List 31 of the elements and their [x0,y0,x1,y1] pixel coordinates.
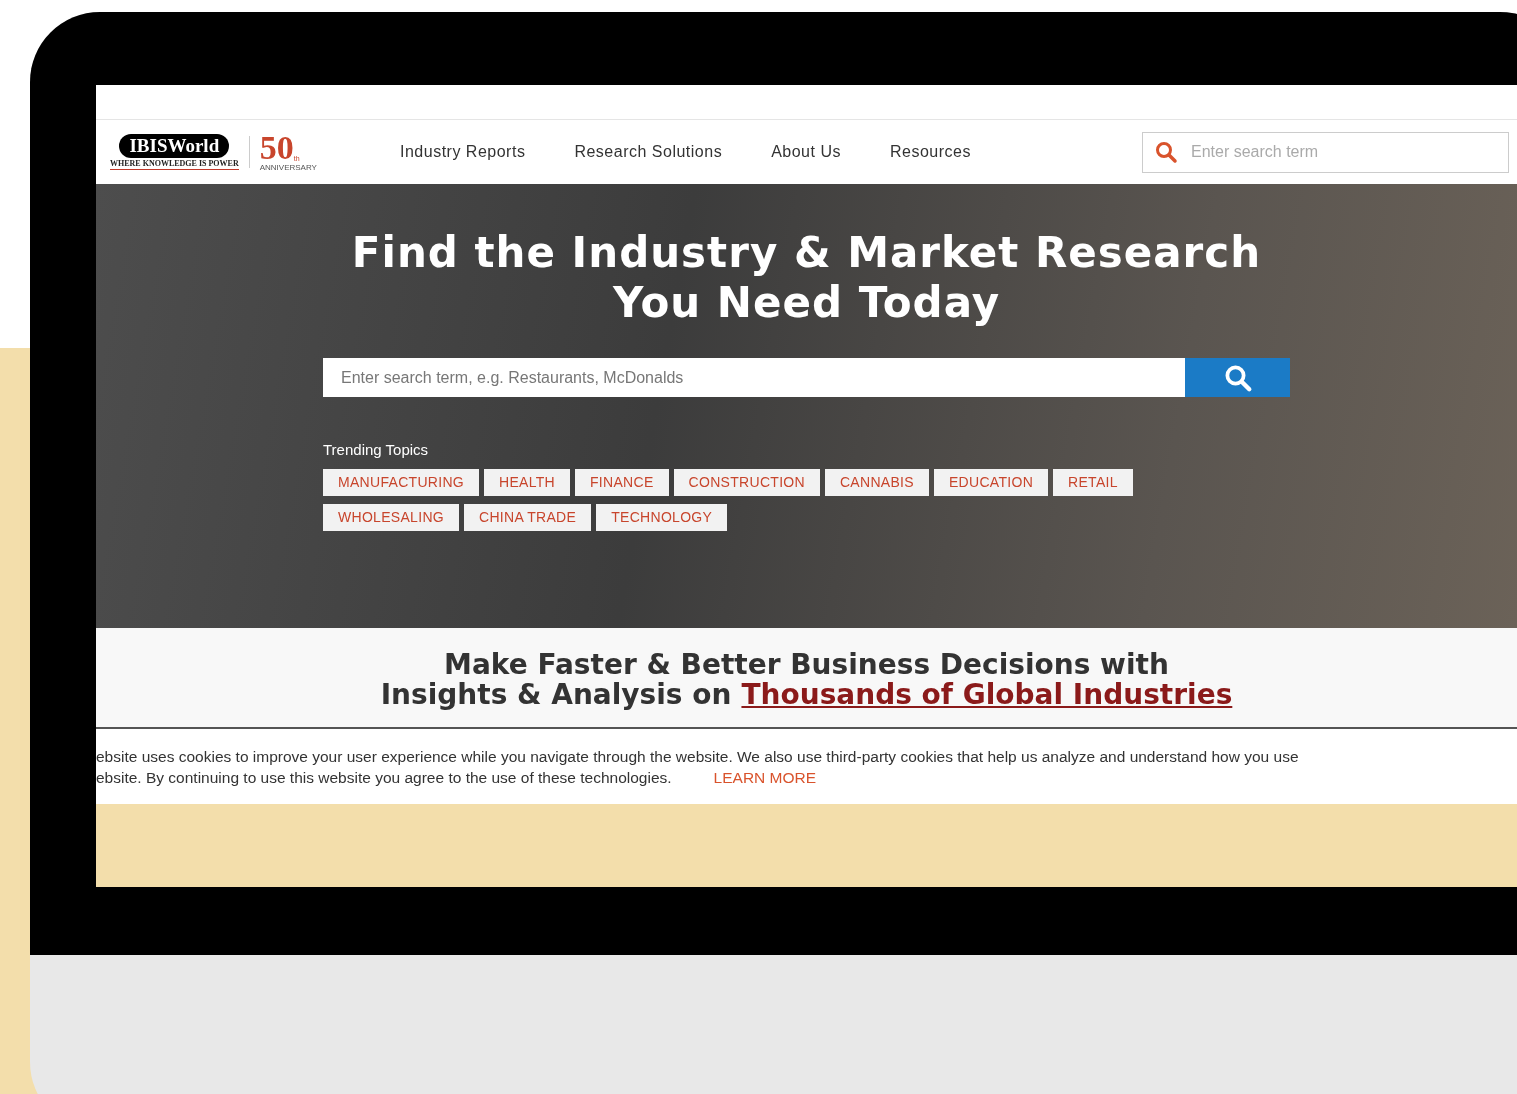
logo-tagline: WHERE KNOWLEDGE IS POWER [110,159,239,170]
nav-link[interactable]: Research Solutions [574,140,723,164]
topic-tag[interactable]: RETAIL [1053,468,1133,496]
logo-wordmark[interactable]: IBISWorld [119,134,230,158]
topic-tag[interactable]: MANUFACTURING [323,468,479,496]
industries-link[interactable]: Thousands of Global Industries [741,680,1233,710]
anniversary-label: ANNIVERSARY [259,162,317,172]
nav-link[interactable]: Resources [889,140,971,164]
nav-link[interactable]: About Us [771,140,841,164]
topic-tag[interactable]: CHINA TRADE [464,503,592,531]
section-headline: Make Faster & Better Business Decisions with [444,650,1169,680]
topic-tag[interactable]: CONSTRUCTION [673,468,820,496]
hero-title: Find the Industry & Market Research [351,228,1262,278]
cookie-text: ebsite uses cookies to improve your user experience while you navigate through the website. We also use third-party cookies that help us analyze and understand how you use [96,747,1299,767]
topic-tag[interactable]: EDUCATION [933,468,1049,496]
anniversary-number: 50 [259,132,294,163]
search-button[interactable] [1185,358,1290,397]
topic-tag[interactable]: WHOLESALING [323,503,459,531]
hero-title: You Need Today [612,278,1001,328]
cookie-text: ebsite. By continuing to use this website you agree to the use of these technologies. [96,768,672,788]
nav-link[interactable]: Industry Reports [400,140,526,164]
topic-tag[interactable]: HEALTH [484,468,570,496]
search-field[interactable]: Enter search term [1142,131,1509,173]
topic-tag[interactable]: TECHNOLOGY [596,503,728,531]
search-field[interactable]: Enter search term, e.g. Restaurants, McDonalds [323,358,1185,397]
topic-tag[interactable]: FINANCE [575,468,669,496]
search-icon [1154,139,1178,164]
topic-tag[interactable]: CANNABIS [824,468,929,496]
learn-more-link[interactable]: LEARN MORE [713,767,817,788]
trending-label: Trending Topics [323,440,430,460]
section-headline: Insights & Analysis on [380,680,732,710]
